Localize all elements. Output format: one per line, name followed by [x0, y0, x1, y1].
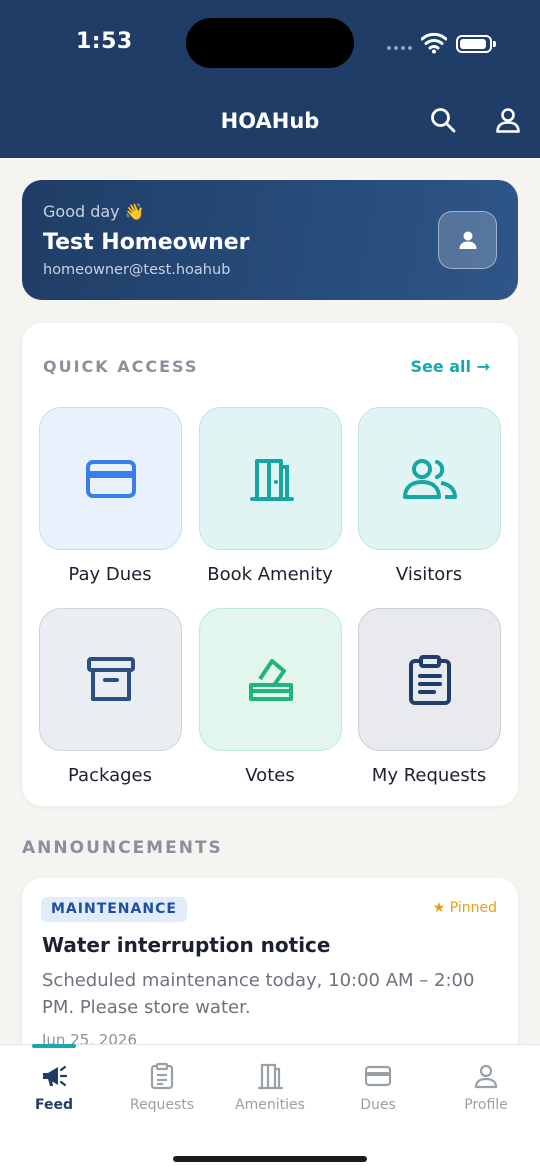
pay-dues-label: Pay Dues — [68, 564, 152, 585]
ballot-icon — [248, 658, 293, 701]
visitors-tile[interactable] — [358, 407, 501, 550]
tab-feed[interactable]: Feed — [0, 1045, 108, 1135]
my-requests-tile[interactable] — [358, 608, 501, 751]
tab-amenities[interactable]: Amenities — [216, 1045, 324, 1135]
visitors-label: Visitors — [395, 564, 463, 585]
wifi-icon — [421, 32, 447, 54]
cellular-signal-icon — [387, 46, 412, 50]
greeting-card: Good day 👋 Test Homeowner homeowner@test… — [22, 180, 518, 300]
votes-tile[interactable] — [199, 608, 342, 751]
quick-access-title: QUICK ACCESS — [43, 357, 199, 376]
home-indicator — [173, 1156, 367, 1162]
greeting-salutation: Good day 👋 — [43, 202, 145, 221]
votes-label: Votes — [245, 765, 295, 786]
pinned-label: Pinned — [449, 900, 497, 916]
tab-profile-label: Profile — [464, 1097, 508, 1113]
megaphone-icon — [43, 1065, 68, 1087]
app-header: 1:53 HOAHub — [0, 0, 540, 158]
pay-dues-tile[interactable] — [39, 407, 182, 550]
tab-requests[interactable]: Requests — [108, 1045, 216, 1135]
avatar-button[interactable] — [438, 211, 497, 269]
star-icon: ★ — [432, 900, 446, 916]
clipboard-icon — [408, 654, 451, 705]
user-avatar-icon — [459, 231, 476, 249]
tab-dues-label: Dues — [360, 1097, 396, 1113]
archive-box-icon — [86, 656, 135, 701]
tab-profile[interactable]: Profile — [432, 1045, 540, 1135]
see-all-link[interactable]: See all → — [410, 357, 490, 376]
user-email: homeowner@test.hoahub — [43, 262, 231, 278]
clipboard-icon — [150, 1062, 174, 1090]
packages-tile[interactable] — [39, 608, 182, 751]
users-icon — [402, 458, 457, 499]
door-icon — [257, 1063, 284, 1090]
credit-card-icon — [85, 459, 136, 498]
door-icon — [249, 458, 294, 501]
dynamic-island — [186, 18, 354, 68]
category-badge: MAINTENANCE — [41, 897, 187, 922]
tab-feed-label: Feed — [34, 1097, 73, 1113]
status-time: 1:53 — [76, 29, 133, 54]
packages-label: Packages — [68, 765, 152, 786]
tab-requests-label: Requests — [129, 1097, 195, 1113]
user-icon[interactable] — [494, 106, 522, 134]
search-icon[interactable] — [429, 106, 457, 134]
book-amenity-tile[interactable] — [199, 407, 342, 550]
user-name: Test Homeowner — [43, 230, 250, 255]
pinned-indicator: ★ Pinned — [433, 900, 497, 916]
tab-dues[interactable]: Dues — [324, 1045, 432, 1135]
announcement-body: Scheduled maintenance today, 10:00 AM – … — [42, 970, 475, 1018]
credit-card-icon — [364, 1065, 392, 1087]
user-icon — [474, 1064, 498, 1089]
book-amenity-label: Book Amenity — [207, 564, 333, 585]
tab-bar: Feed Requests Amenities Dues Profile — [0, 1044, 540, 1174]
my-requests-label: My Requests — [371, 765, 487, 786]
quick-access-card: QUICK ACCESS See all → Pay Dues Book Ame… — [22, 323, 518, 806]
tab-amenities-label: Amenities — [235, 1097, 305, 1113]
battery-icon — [456, 35, 496, 53]
announcements-title: ANNOUNCEMENTS — [22, 838, 223, 858]
app-title: HOAHub — [220, 109, 320, 133]
announcement-headline: Water interruption notice — [42, 933, 331, 957]
